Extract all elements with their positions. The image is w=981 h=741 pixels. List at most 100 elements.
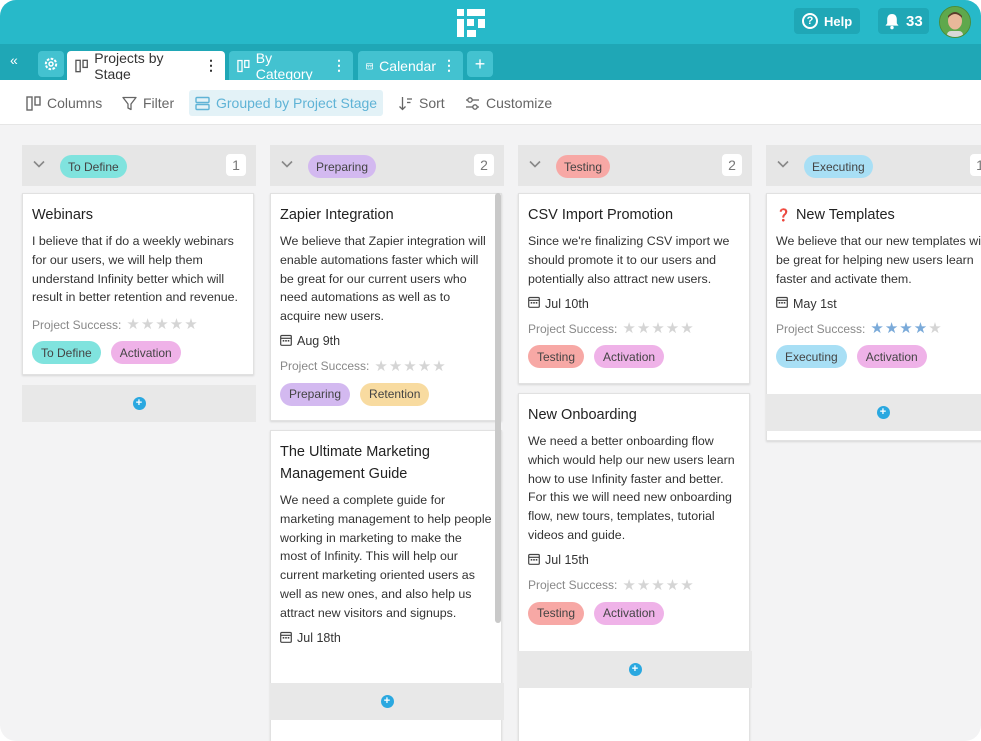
project-success-rating: Project Success: ★ ★ ★ ★ ★ (528, 321, 740, 336)
plus-circle-icon: + (628, 663, 642, 676)
star-icon[interactable]: ★ (651, 578, 664, 593)
card-title-text: CSV Import Promotion (528, 207, 674, 223)
calendar-icon (528, 296, 540, 311)
calendar-icon (280, 334, 292, 349)
star-icon[interactable]: ★ (914, 321, 927, 336)
star-icon[interactable]: ★ (622, 578, 635, 593)
star-icon[interactable]: ★ (622, 321, 635, 336)
project-card[interactable]: Zapier Integration We believe that Zapier… (270, 193, 502, 421)
group-by-button[interactable]: Grouped by Project Stage (189, 90, 384, 116)
calendar-icon (366, 62, 374, 69)
help-button[interactable]: ? Help (794, 8, 861, 34)
card-date-text: Jul 15th (545, 553, 589, 568)
project-success-label: Project Success: (528, 321, 618, 336)
tag-badge: To Define (32, 341, 101, 365)
star-icon[interactable]: ★ (885, 321, 898, 336)
star-icon[interactable]: ★ (899, 321, 912, 336)
tab-menu-icon[interactable]: ⋮ (204, 57, 218, 74)
add-card-button[interactable]: + (22, 385, 256, 422)
star-rating[interactable]: ★ ★ ★ ★ ★ (870, 321, 941, 336)
star-icon[interactable]: ★ (651, 321, 664, 336)
star-rating[interactable]: ★ ★ ★ ★ ★ (622, 321, 693, 336)
add-card-button[interactable]: + (766, 394, 981, 431)
filter-label: Filter (143, 95, 175, 111)
sort-label: Sort (419, 95, 445, 111)
app-logo (457, 9, 485, 37)
column-card-count: 1 (226, 154, 246, 176)
chevron-down-icon[interactable] (776, 157, 790, 176)
chevron-down-icon[interactable] (528, 157, 542, 176)
star-icon[interactable]: ★ (155, 317, 168, 332)
view-settings-button[interactable] (38, 51, 64, 77)
star-icon[interactable]: ★ (141, 317, 154, 332)
star-icon[interactable]: ★ (680, 321, 693, 336)
column-stage-badge: To Define (60, 155, 127, 178)
tab-calendar[interactable]: Calendar ⋮ (358, 51, 463, 80)
card-description: We believe that Zapier integration will … (280, 234, 486, 324)
calendar-icon (528, 553, 540, 568)
star-icon[interactable]: ★ (870, 321, 883, 336)
card-title-text: New Templates (795, 207, 895, 223)
tag-badge: Activation (856, 345, 927, 369)
card-due-date: Jul 15th (528, 553, 740, 568)
chevron-down-icon[interactable] (32, 157, 46, 176)
card-tags: Testing Activation (528, 345, 740, 369)
star-icon[interactable]: ★ (184, 317, 197, 332)
star-icon[interactable]: ★ (637, 321, 650, 336)
help-label: Help (824, 13, 853, 29)
notifications-button[interactable]: 33 (878, 8, 929, 34)
add-card-button[interactable]: + (518, 651, 752, 688)
question-mark-icon: ❓ (776, 208, 791, 222)
star-rating[interactable]: ★ ★ ★ ★ ★ (622, 578, 693, 593)
collapse-sidebar-icon[interactable]: « (10, 52, 18, 68)
star-icon[interactable]: ★ (680, 578, 693, 593)
card-tags: To Define Activation (32, 341, 244, 365)
project-success-label: Project Success: (32, 317, 122, 332)
tab-projects-by-stage[interactable]: Projects by Stage ⋮ (67, 49, 225, 82)
board-view-icon (237, 59, 250, 72)
customize-button[interactable]: Customize (459, 90, 558, 116)
star-icon[interactable]: ★ (666, 578, 679, 593)
star-rating[interactable]: ★ ★ ★ ★ ★ (126, 317, 197, 332)
star-rating[interactable]: ★ ★ ★ ★ ★ (374, 359, 445, 374)
add-view-button[interactable]: + (467, 51, 493, 77)
star-icon[interactable]: ★ (170, 317, 183, 332)
star-icon[interactable]: ★ (666, 321, 679, 336)
card-date-text: Jul 18th (297, 631, 341, 646)
plus-circle-icon: + (380, 695, 394, 708)
plus-circle-icon: + (132, 397, 146, 410)
tab-by-category[interactable]: By Category ⋮ (229, 50, 353, 82)
tab-menu-icon[interactable]: ⋮ (442, 57, 456, 74)
tag-badge: Activation (594, 345, 665, 369)
board-column-testing: Testing 2 CSV Import Promotion Since we're … (518, 145, 752, 741)
tag-badge: Testing (528, 601, 585, 625)
column-scrollbar[interactable] (495, 193, 501, 623)
card-title-text: Webinars (32, 207, 93, 223)
project-card[interactable]: CSV Import Promotion Since we're finalizi… (518, 193, 750, 384)
card-title: ❓ New Templates (776, 204, 981, 226)
card-description: Since we're finalizing CSV import we sho… (528, 234, 730, 286)
star-icon[interactable]: ★ (403, 359, 416, 374)
add-card-button[interactable]: + (270, 683, 504, 720)
columns-button[interactable]: Columns (20, 90, 108, 116)
star-icon[interactable]: ★ (389, 359, 402, 374)
view-tabs-bar: « Projects by Stage ⋮ By Category ⋮ Cale… (0, 44, 981, 82)
board-column-preparing: Preparing 2 Zapier Integration We believe t… (270, 145, 504, 741)
project-card[interactable]: New Onboarding We need a better onboardin… (518, 393, 750, 741)
card-due-date: May 1st (776, 296, 981, 311)
filter-button[interactable]: Filter (116, 90, 180, 116)
user-avatar[interactable] (939, 6, 971, 38)
star-icon[interactable]: ★ (637, 578, 650, 593)
sort-button[interactable]: Sort (392, 90, 451, 116)
tab-menu-icon[interactable]: ⋮ (332, 57, 346, 74)
star-icon[interactable]: ★ (432, 359, 445, 374)
star-icon[interactable]: ★ (928, 321, 941, 336)
star-icon[interactable]: ★ (374, 359, 387, 374)
chevron-down-icon[interactable] (280, 157, 294, 176)
star-icon[interactable]: ★ (126, 317, 139, 332)
tab-label: Projects by Stage (94, 49, 164, 82)
filter-icon (122, 96, 137, 110)
project-card[interactable]: Webinars I believe that if do a weekly we… (22, 193, 254, 375)
top-bar: ? Help 33 (0, 0, 981, 44)
star-icon[interactable]: ★ (418, 359, 431, 374)
